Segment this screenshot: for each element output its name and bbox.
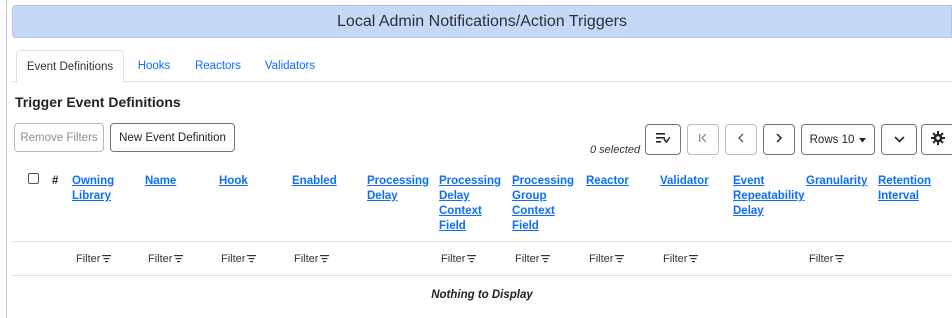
filter-granularity[interactable]: Filter bbox=[809, 253, 845, 265]
filter-icon bbox=[174, 255, 184, 263]
section-title: Trigger Event Definitions bbox=[15, 94, 181, 110]
next-page-button[interactable] bbox=[763, 124, 795, 155]
filter-icon bbox=[102, 255, 112, 263]
filter-icon bbox=[615, 255, 625, 263]
page-title-bar: Local Admin Notifications/Action Trigger… bbox=[12, 5, 952, 38]
column-header-hook[interactable]: Hook bbox=[219, 174, 269, 189]
column-header-owning-library[interactable]: Owning Library bbox=[72, 174, 132, 204]
column-header-processing-group-context-field[interactable]: Processing Group Context Field bbox=[512, 174, 576, 234]
column-header-validator[interactable]: Validator bbox=[660, 174, 726, 189]
select-all-checkbox[interactable] bbox=[28, 173, 39, 184]
filter-icon bbox=[320, 255, 330, 263]
filter-processing-group-context-field[interactable]: Filter bbox=[515, 253, 551, 265]
table-header-row: # Owning Library Name Hook Enabled Proce… bbox=[12, 164, 952, 242]
empty-state-row: Nothing to Display bbox=[12, 276, 952, 318]
gear-icon bbox=[931, 131, 945, 148]
tab-reactors[interactable]: Reactors bbox=[184, 50, 252, 82]
next-page-icon bbox=[775, 133, 783, 146]
column-picker-button[interactable] bbox=[645, 124, 681, 155]
page-title: Local Admin Notifications/Action Trigger… bbox=[337, 12, 627, 30]
filter-label: Filter bbox=[221, 253, 246, 265]
tab-bar: Event Definitions Hooks Reactors Validat… bbox=[12, 50, 952, 83]
row-number-header: # bbox=[52, 175, 59, 187]
tab-hooks[interactable]: Hooks bbox=[126, 50, 182, 82]
filter-label: Filter bbox=[589, 253, 614, 265]
prev-page-button[interactable] bbox=[725, 124, 757, 155]
tab-label: Event Definitions bbox=[26, 60, 114, 73]
tab-label: Reactors bbox=[194, 60, 242, 72]
column-header-reactor[interactable]: Reactor bbox=[586, 174, 646, 189]
filter-owning-library[interactable]: Filter bbox=[76, 253, 112, 265]
column-header-processing-delay[interactable]: Processing Delay bbox=[367, 174, 432, 204]
filter-label: Filter bbox=[515, 253, 540, 265]
tab-label: Hooks bbox=[137, 60, 171, 72]
first-page-button[interactable] bbox=[687, 124, 719, 155]
rows-label: Rows 10 bbox=[809, 133, 855, 146]
filter-row: Filter Filter Filter Filter Filter Filte… bbox=[12, 242, 952, 276]
filter-label: Filter bbox=[441, 253, 466, 265]
filter-label: Filter bbox=[76, 253, 101, 265]
filter-enabled[interactable]: Filter bbox=[294, 253, 330, 265]
filter-icon bbox=[467, 255, 477, 263]
column-header-granularity[interactable]: Granularity bbox=[806, 174, 882, 189]
filter-processing-delay-context-field[interactable]: Filter bbox=[441, 253, 477, 265]
prev-page-icon bbox=[737, 133, 745, 146]
filter-label: Filter bbox=[148, 253, 173, 265]
column-header-name[interactable]: Name bbox=[145, 174, 195, 189]
rows-per-page-dropdown[interactable]: Rows 10 bbox=[801, 124, 875, 155]
filter-label: Filter bbox=[663, 253, 688, 265]
expand-button[interactable] bbox=[881, 124, 917, 155]
filter-icon bbox=[247, 255, 257, 263]
filter-label: Filter bbox=[294, 253, 319, 265]
filter-label: Filter bbox=[809, 253, 834, 265]
empty-state-message: Nothing to Display bbox=[431, 289, 533, 301]
settings-button[interactable] bbox=[921, 124, 952, 155]
filter-validator[interactable]: Filter bbox=[663, 253, 699, 265]
new-event-definition-button[interactable]: New Event Definition bbox=[110, 123, 235, 152]
selected-count: 0 selected bbox=[590, 144, 641, 156]
filter-icon bbox=[541, 255, 551, 263]
column-header-event-repeatability-delay[interactable]: Event Repeatability Delay bbox=[733, 174, 805, 219]
remove-filters-button[interactable]: Remove Filters bbox=[14, 123, 104, 152]
chevron-down-icon bbox=[893, 134, 905, 146]
column-header-retention-interval[interactable]: Retention Interval bbox=[878, 174, 948, 204]
first-page-icon bbox=[698, 133, 708, 146]
tab-validators[interactable]: Validators bbox=[254, 50, 326, 82]
column-header-enabled[interactable]: Enabled bbox=[292, 174, 352, 189]
column-header-processing-delay-context-field[interactable]: Processing Delay Context Field bbox=[439, 174, 503, 234]
column-picker-icon bbox=[656, 132, 671, 147]
filter-icon bbox=[689, 255, 699, 263]
filter-icon bbox=[835, 255, 845, 263]
filter-name[interactable]: Filter bbox=[148, 253, 184, 265]
filter-reactor[interactable]: Filter bbox=[589, 253, 625, 265]
tab-label: Validators bbox=[264, 60, 316, 72]
caret-down-icon bbox=[859, 134, 867, 146]
tab-event-definitions[interactable]: Event Definitions bbox=[16, 50, 124, 83]
filter-hook[interactable]: Filter bbox=[221, 253, 257, 265]
